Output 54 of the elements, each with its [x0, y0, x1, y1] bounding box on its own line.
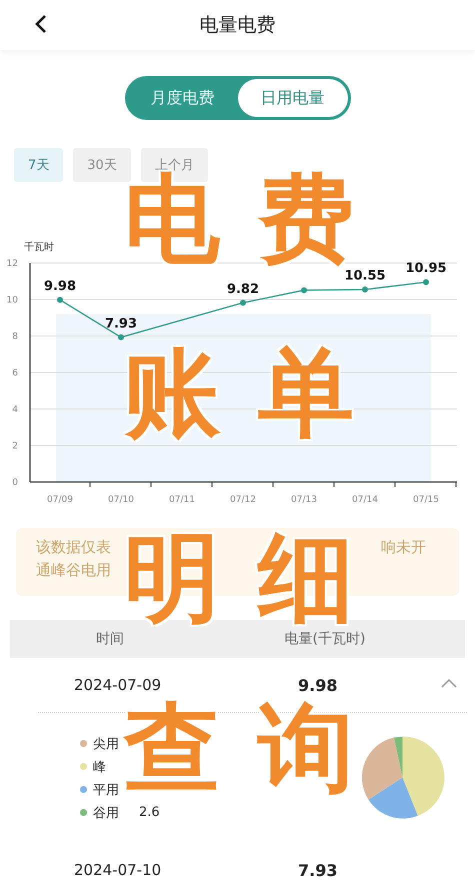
- value-label: 9.98: [44, 278, 76, 294]
- data-point: [118, 334, 124, 340]
- legend-label: 峰: [93, 758, 106, 776]
- x-tick-label: 07/10: [108, 495, 134, 505]
- view-tab[interactable]: 日用电量: [238, 79, 348, 117]
- overlay-headline-character: 明: [124, 530, 220, 626]
- value-label: 10.95: [405, 261, 447, 276]
- x-tick-label: 07/11: [169, 495, 195, 505]
- x-tick-label: 07/13: [291, 495, 317, 505]
- collapse-icon[interactable]: [441, 678, 457, 688]
- y-tick-label: 4: [12, 405, 18, 415]
- value-label: 7.93: [104, 316, 138, 332]
- page-title: 电量电费: [200, 13, 276, 38]
- usage-cell: 7.93: [298, 860, 338, 880]
- date-cell-text: 2024-07-10: [74, 861, 162, 879]
- overlay-headline-character: 单: [258, 345, 354, 441]
- notice-text: 通峰谷电用: [36, 561, 111, 580]
- x-tick-label: 07/09: [47, 495, 73, 505]
- legend-label: 尖用: [93, 736, 119, 752]
- unit-label: 千瓦时: [24, 240, 55, 254]
- overlay-headline-character: 账: [124, 345, 220, 441]
- data-point: [240, 300, 246, 306]
- data-point: [362, 286, 368, 292]
- x-tick-label: 07/15: [413, 495, 439, 505]
- column-header: 电量(千瓦时): [284, 630, 366, 648]
- period-tab[interactable]: 30天: [73, 148, 131, 182]
- view-tab[interactable]: 月度电费: [128, 79, 238, 117]
- y-tick-label: 10: [6, 296, 18, 306]
- data-point: [57, 296, 63, 303]
- data-point: [423, 279, 429, 286]
- y-tick-label: 12: [6, 259, 18, 269]
- overlay-headline-character: 询: [258, 700, 354, 796]
- notice-text: 该数据仅表: [36, 538, 111, 557]
- legend-label: 平用: [93, 782, 119, 798]
- overlay-headline-character: 细: [258, 530, 354, 626]
- y-tick-label: 2: [12, 442, 18, 452]
- value-label: 9.82: [226, 282, 260, 297]
- value-label: 10.55: [344, 268, 386, 284]
- y-tick-label: 0: [12, 478, 18, 488]
- usage-cell: 9.98: [298, 676, 338, 694]
- period-tab[interactable]: 7天: [14, 148, 64, 182]
- legend-value: 2.6: [139, 805, 160, 820]
- x-tick-label: 07/14: [352, 495, 378, 505]
- y-tick-label: 6: [12, 368, 18, 378]
- overlay-headline-character: 查: [124, 700, 220, 796]
- x-tick-label: 07/12: [230, 495, 256, 505]
- date-cell-text: 2024-07-09: [74, 676, 162, 694]
- back-icon[interactable]: [34, 14, 48, 34]
- column-header: 时间: [95, 630, 125, 648]
- data-point: [301, 287, 307, 294]
- notice-text: 响未开: [381, 538, 426, 557]
- y-tick-label: 8: [12, 332, 18, 342]
- legend-label: 谷用: [93, 804, 119, 822]
- overlay-headline-character: 费: [258, 171, 354, 267]
